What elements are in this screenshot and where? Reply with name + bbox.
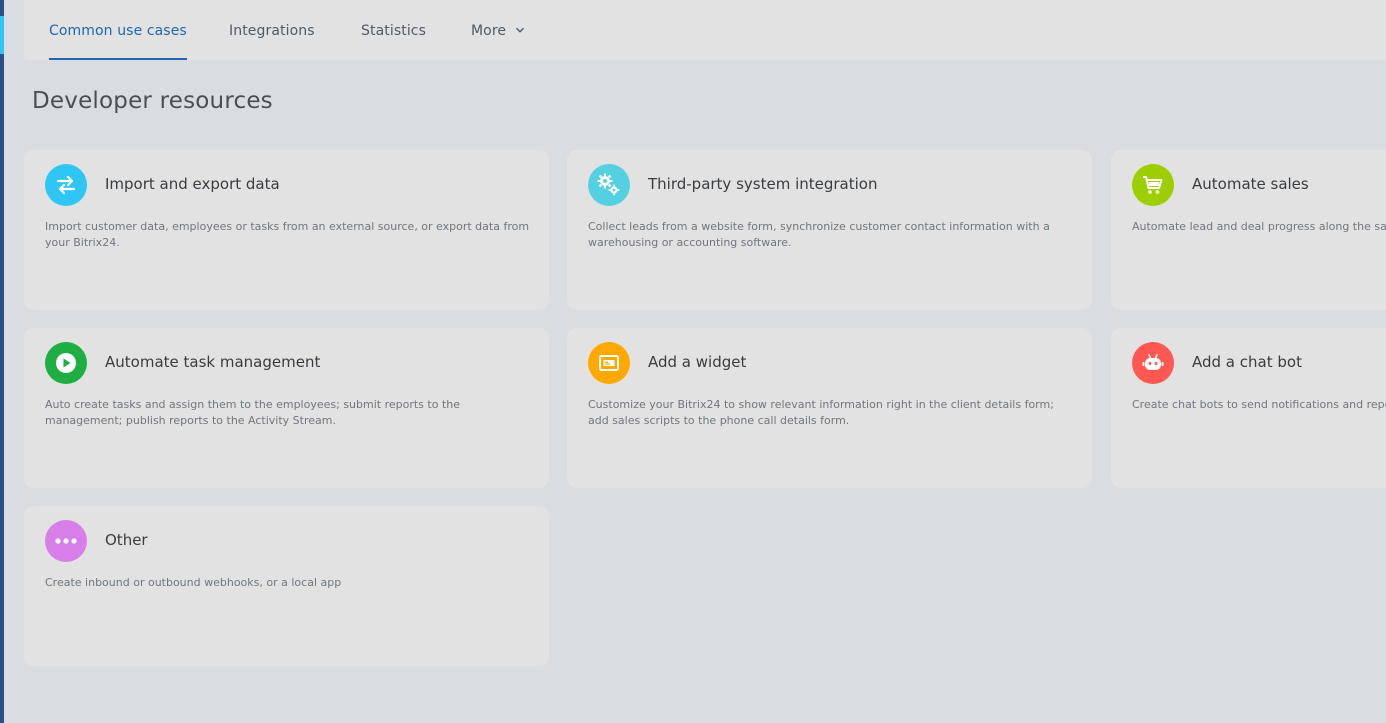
right-column-clip: Automate sales Automate lead and deal pr… bbox=[1111, 150, 1386, 670]
tab-label: Statistics bbox=[361, 23, 426, 39]
card-add-chat-bot[interactable]: Add a chat bot Create chat bots to send … bbox=[1111, 328, 1386, 488]
chevron-down-icon bbox=[515, 0, 525, 62]
card-add-widget[interactable]: Add a widget Customize your Bitrix24 to … bbox=[567, 328, 1092, 488]
left-edge-accent bbox=[0, 16, 4, 54]
widget-icon bbox=[588, 342, 630, 384]
card-automate-task-management[interactable]: Automate task management Auto create tas… bbox=[24, 328, 549, 488]
card-title: Other bbox=[105, 531, 148, 549]
card-title: Automate sales bbox=[1192, 175, 1309, 193]
swap-arrows-icon bbox=[45, 164, 87, 206]
page-title: Developer resources bbox=[32, 88, 273, 114]
play-icon bbox=[45, 342, 87, 384]
more-dots-icon bbox=[45, 520, 87, 562]
tab-label: Integrations bbox=[229, 23, 315, 39]
card-title: Import and export data bbox=[105, 175, 280, 193]
card-import-export-data[interactable]: Import and export data Import customer d… bbox=[24, 150, 549, 310]
tab-statistics[interactable]: Statistics bbox=[361, 0, 426, 60]
card-other[interactable]: Other Create inbound or outbound webhook… bbox=[24, 506, 549, 666]
tab-integrations[interactable]: Integrations bbox=[229, 0, 315, 60]
card-title: Third-party system integration bbox=[648, 175, 878, 193]
tab-label: Common use cases bbox=[49, 23, 187, 39]
card-description: Create chat bots to send notifications a… bbox=[1132, 398, 1386, 411]
card-description: Customize your Bitrix24 to show relevant… bbox=[588, 398, 1054, 427]
card-title: Add a widget bbox=[648, 353, 747, 371]
robot-icon bbox=[1132, 342, 1174, 384]
card-description: Import customer data, employees or tasks… bbox=[45, 220, 530, 249]
tab-common-use-cases[interactable]: Common use cases bbox=[49, 0, 187, 60]
shopping-cart-icon bbox=[1132, 164, 1174, 206]
card-title: Automate task management bbox=[105, 353, 321, 371]
top-navigation: Common use cases Integrations Statistics… bbox=[24, 0, 1386, 60]
card-title: Add a chat bot bbox=[1192, 353, 1302, 371]
card-automate-sales[interactable]: Automate sales Automate lead and deal pr… bbox=[1111, 150, 1386, 310]
card-description: Auto create tasks and assign them to the… bbox=[45, 398, 460, 427]
gears-icon bbox=[588, 164, 630, 206]
card-description: Automate lead and deal progress along th… bbox=[1132, 220, 1386, 233]
tab-label: More bbox=[471, 23, 507, 39]
card-third-party-integration[interactable]: Third-party system integration Collect l… bbox=[567, 150, 1092, 310]
card-description: Collect leads from a website form, synch… bbox=[588, 220, 1050, 249]
tab-more[interactable]: More bbox=[471, 0, 525, 60]
card-description: Create inbound or outbound webhooks, or … bbox=[45, 576, 342, 589]
left-edge-bar bbox=[0, 0, 4, 723]
